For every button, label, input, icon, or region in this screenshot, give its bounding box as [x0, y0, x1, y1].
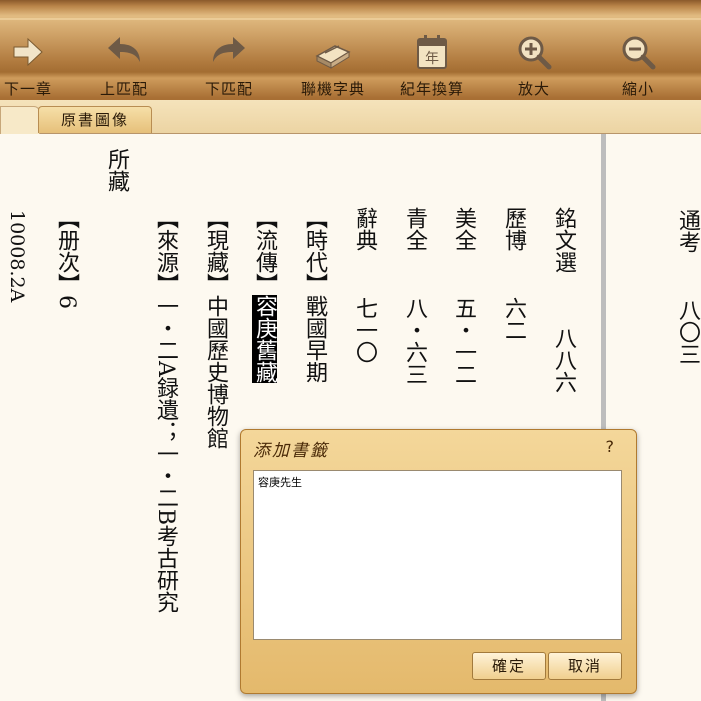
zoom-in-button[interactable]: 放大	[488, 20, 580, 98]
prev-match-button[interactable]: 上匹配	[78, 20, 170, 98]
next-match-label: 下匹配	[204, 80, 253, 98]
ref-col-tongkao-num: 八〇三	[672, 299, 701, 365]
next-chapter-label: 下一章	[3, 80, 52, 98]
year-convert-label: 紀年換算	[399, 80, 464, 98]
search-highlight[interactable]: 容庚舊藏	[252, 295, 277, 383]
ref-col-title: 辭典	[349, 207, 379, 251]
field-value: 中國歷史博物館	[203, 295, 228, 449]
ref-col-title: 歷博	[498, 207, 528, 251]
ref-col-num: 八八六	[548, 327, 578, 393]
ref-col-title: 美全	[448, 207, 478, 251]
ref-col-num: 六二	[498, 297, 528, 341]
ref-number: 七一〇	[352, 297, 377, 363]
toolbar: 下一章 上匹配 下匹配 聯機字典 年 紀年換算 放大 縮小	[0, 0, 701, 100]
ref-col-title: 銘文選	[548, 207, 578, 273]
ref-number: 六二	[501, 297, 526, 341]
add-bookmark-dialog: 添加書籤 ? 容庚先生 確定 取消	[240, 429, 637, 694]
field-value: 6	[54, 295, 79, 309]
cancel-button[interactable]: 取消	[548, 652, 622, 680]
field-label: 【時代】	[302, 207, 327, 295]
dialog-title: 添加書籤	[253, 441, 329, 461]
zoom-in-icon	[518, 36, 552, 70]
zoom-out-button[interactable]: 縮小	[592, 20, 684, 98]
ref-title: 青全	[402, 207, 427, 251]
field-label: 【流傳】	[252, 207, 277, 295]
field-value: 10008.2A	[6, 210, 28, 303]
zoom-out-label: 縮小	[621, 80, 654, 98]
field-label: 【現藏】	[203, 207, 228, 295]
ref-title: 銘文選	[551, 207, 576, 273]
field-provenance: 【流傳】容庚舊藏	[249, 207, 279, 383]
field-source: 【來源】一・二A録遺；一・二B考古研究	[150, 207, 180, 613]
field-value: 戰國早期	[302, 295, 327, 383]
field-label: 【册次】	[54, 207, 79, 295]
dictionary-button[interactable]: 聯機字典	[287, 20, 379, 98]
field-value: 所藏	[104, 148, 129, 192]
dictionary-label: 聯機字典	[300, 80, 365, 98]
svg-text:年: 年	[425, 51, 439, 67]
ref-number: 八八六	[551, 327, 576, 393]
help-button[interactable]: ?	[606, 437, 615, 456]
ref-title: 辭典	[352, 207, 377, 251]
prev-match-label: 上匹配	[99, 80, 148, 98]
tab-text[interactable]	[0, 106, 40, 134]
ref-title: 歷博	[501, 207, 526, 251]
calendar-icon: 年	[417, 35, 447, 69]
tab-original-image[interactable]: 原書圖像	[38, 106, 152, 133]
field-volume: 【册次】6	[51, 207, 81, 309]
tab-strip: 原書圖像	[0, 100, 701, 134]
field-collection: 【現藏】中國歷史博物館	[200, 207, 230, 449]
ref-number: 八〇三	[675, 299, 700, 365]
field-value: 一・二A録遺；一・二B考古研究	[153, 295, 178, 614]
ref-col-num: 七一〇	[349, 297, 379, 363]
field-era: 【時代】戰國早期	[299, 207, 329, 383]
redo-arrow-icon	[213, 37, 245, 62]
ref-title: 美全	[451, 207, 476, 251]
item-number: 10008.2A	[2, 210, 32, 302]
next-match-button[interactable]: 下匹配	[183, 20, 275, 98]
continued-text: 所藏	[101, 148, 131, 192]
ref-col-tongkao: 通考	[672, 209, 701, 253]
arrow-right-icon	[13, 37, 43, 67]
bookmark-text-input[interactable]: 容庚先生	[253, 470, 622, 640]
undo-arrow-icon	[108, 37, 140, 62]
ref-number: 五・一二	[451, 297, 476, 385]
ref-col-title: 青全	[399, 207, 429, 251]
book-icon	[315, 45, 351, 69]
ref-title: 通考	[675, 209, 700, 253]
ref-number: 八・六三	[402, 297, 427, 385]
next-chapter-button[interactable]: 下一章	[0, 20, 74, 98]
year-convert-button[interactable]: 年 紀年換算	[386, 20, 478, 98]
zoom-out-icon	[622, 36, 656, 70]
field-label: 【來源】	[153, 207, 178, 295]
confirm-button[interactable]: 確定	[472, 652, 546, 680]
ref-col-num: 五・一二	[448, 297, 478, 385]
zoom-in-label: 放大	[517, 80, 550, 98]
ref-col-num: 八・六三	[399, 297, 429, 385]
